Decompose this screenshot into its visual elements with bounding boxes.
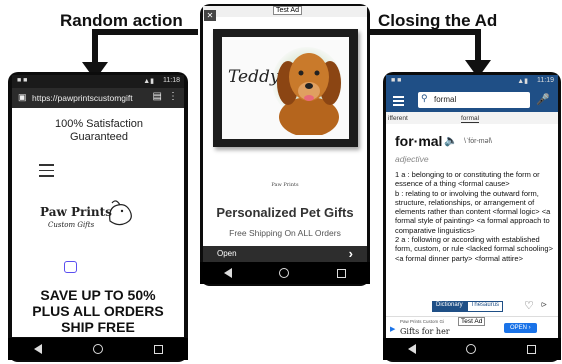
part-of-speech: adjective: [395, 154, 429, 164]
home-icon[interactable]: [466, 344, 477, 354]
tab-thesaurus[interactable]: Thesaurus: [466, 301, 504, 312]
back-icon[interactable]: [408, 344, 417, 354]
banner-text: Gifts for her: [400, 327, 450, 336]
status-bar: ■ ■ ▲▮ 11:19: [386, 75, 558, 88]
ad-play-icon: ▶: [390, 326, 396, 333]
banner-open-button[interactable]: OPEN ›: [504, 323, 537, 333]
status-bar: ■ ■ ▲▮ 11:18: [12, 75, 184, 88]
word-tabs: ifferent formal: [386, 112, 558, 124]
left-phone: ■ ■ ▲▮ 11:18 ▣ https://pawprintscustomgi…: [8, 72, 188, 362]
logo-title: Paw Prints: [40, 205, 112, 219]
recents-icon[interactable]: [337, 268, 347, 278]
status-time: 11:18: [163, 77, 180, 84]
portrait-name: Teddy: [228, 67, 280, 87]
ad-open-arrow-icon: ›: [348, 246, 353, 261]
nav-bar: [8, 338, 188, 360]
ad-subtitle: Free Shipping On ALL Orders: [229, 228, 341, 238]
battery-icon: ▲▮: [517, 78, 528, 85]
label-random-action: Random action: [60, 11, 183, 30]
banner-ad[interactable]: Test Ad ▶ Paw Prints Custom Gi Gifts for…: [386, 316, 558, 338]
arrow-random-action: [92, 29, 198, 68]
sale-line-2: PLUS ALL ORDERS: [32, 303, 164, 319]
favorite-icon[interactable]: ♡: [524, 299, 534, 312]
home-icon[interactable]: [92, 344, 103, 354]
mic-icon[interactable]: 🎤: [536, 93, 550, 106]
ad-image-frame: Teddy: [213, 29, 358, 147]
browser-url-bar[interactable]: ▣ https://pawprintscustomgift ▤ ⋮: [12, 88, 184, 108]
sale-line-1: SAVE UP TO 50%: [40, 287, 156, 303]
ad-brand-text: Paw Prints: [271, 182, 299, 188]
back-icon[interactable]: [33, 344, 42, 354]
search-icon: ⚲: [421, 93, 428, 103]
logo[interactable]: Paw Prints Custom Gifts: [40, 200, 147, 243]
dog-logo-icon: [109, 200, 132, 226]
dog-portrait-icon: [277, 53, 341, 135]
test-ad-label: Test Ad: [273, 6, 302, 15]
definition-1b: b : relating to or involving the outward…: [395, 188, 551, 235]
tabs-icon[interactable]: ▤: [153, 91, 162, 102]
definitions: 1 a : belonging to or constituting the f…: [395, 170, 553, 263]
status-time: 11:19: [537, 77, 554, 84]
banner-test-ad-label: Test Ad: [458, 317, 486, 326]
back-icon[interactable]: [223, 268, 232, 278]
url-text[interactable]: https://pawprintscustomgift: [32, 93, 133, 103]
search-input[interactable]: ⚲ formal: [418, 92, 530, 108]
ad-top-bar: Test Ad: [203, 6, 367, 17]
menu-icon[interactable]: [393, 96, 404, 106]
sale-text: SAVE UP TO 50% PLUS ALL ORDERS SHIP FREE: [12, 287, 184, 335]
headword: for·mal: [395, 133, 443, 149]
ad-screen: Test Ad ✕ Teddy Paw Prints Personalized …: [203, 6, 367, 262]
close-ad-button[interactable]: ✕: [204, 10, 216, 21]
pronunciation: \ˈfȯr-məl\: [464, 138, 492, 145]
tab-current-word[interactable]: formal: [461, 115, 480, 123]
logo-subtitle: Custom Gifts: [48, 221, 95, 229]
arrow-closing-ad: [368, 29, 481, 64]
middle-phone: Test Ad ✕ Teddy Paw Prints Personalized …: [200, 4, 370, 286]
banner-brand: Paw Prints Custom Gi: [400, 319, 445, 324]
nav-bar: [383, 338, 561, 360]
menu-icon[interactable]: ⋮: [168, 91, 178, 102]
right-phone: ■ ■ ▲▮ 11:19 ⚲ formal 🎤 ifferent formal …: [383, 72, 561, 362]
recents-icon[interactable]: [153, 344, 163, 354]
ad-open-bar[interactable]: Open ›: [203, 246, 367, 262]
bag-icon[interactable]: [64, 261, 77, 273]
definition-1a: 1 a : belonging to or constituting the f…: [395, 170, 540, 189]
recents-icon[interactable]: [526, 344, 536, 354]
dictionary-header: ⚲ formal 🎤: [386, 88, 558, 112]
notification-icon: ■ ■: [17, 77, 28, 84]
search-value: formal: [434, 95, 457, 104]
ad-open-label: Open: [217, 249, 237, 258]
tab-dictionary[interactable]: Dictionary: [432, 301, 467, 312]
audio-icon[interactable]: 🔈: [444, 134, 458, 147]
sale-line-3: SHIP FREE: [61, 319, 135, 335]
ad-title: Personalized Pet Gifts: [216, 205, 354, 220]
hamburger-icon[interactable]: [39, 164, 54, 177]
share-icon[interactable]: ⪧: [541, 299, 547, 310]
site-icon: ▣: [18, 92, 27, 102]
home-icon[interactable]: [279, 268, 290, 278]
ad-brand-small: Paw Prints: [203, 182, 367, 188]
dictionary-screen: ■ ■ ▲▮ 11:19 ⚲ formal 🎤 ifferent formal …: [386, 75, 558, 338]
left-phone-screen: ■ ■ ▲▮ 11:18 ▣ https://pawprintscustomgi…: [12, 75, 184, 337]
definition-2a: 2 a : following or according with establ…: [395, 235, 553, 263]
tab-previous-word[interactable]: ifferent: [388, 115, 408, 122]
notification-icon: ■ ■: [391, 77, 402, 84]
nav-bar: [200, 262, 370, 284]
dictionary-thesaurus-toggle: Dictionary Thesaurus: [432, 301, 504, 312]
satisfaction-text: 100% Satisfaction Guaranteed: [54, 118, 144, 143]
ad-image: Teddy: [222, 37, 349, 139]
battery-icon: ▲▮: [143, 78, 154, 85]
label-closing-ad: Closing the Ad: [378, 11, 498, 30]
